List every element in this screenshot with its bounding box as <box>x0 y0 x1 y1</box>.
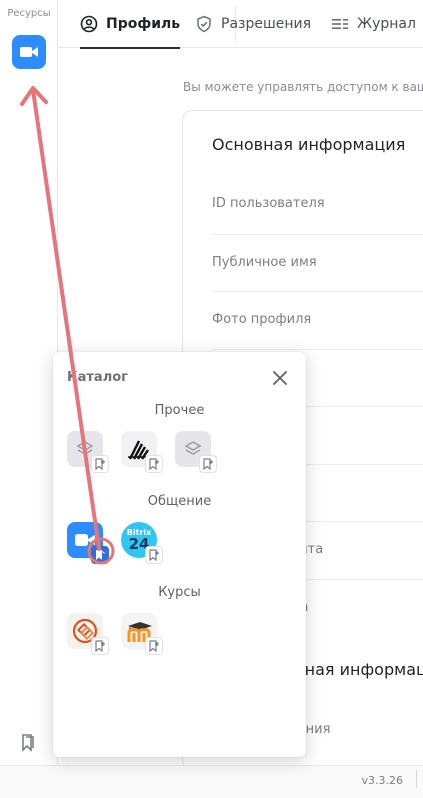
catalog-app-tile[interactable] <box>67 613 109 655</box>
footer-divider <box>416 770 417 788</box>
bookmark-add-icon[interactable] <box>145 455 163 473</box>
app-version: v3.3.26 <box>361 774 404 787</box>
catalog-app-tile[interactable] <box>121 613 163 655</box>
category-other-heading: Прочее <box>154 403 205 418</box>
category-communication-heading: Общение <box>147 494 212 509</box>
field-public-name-label: Публичное имя <box>212 255 317 270</box>
close-icon[interactable] <box>270 368 290 388</box>
rail-title: Ресурсы <box>7 8 51 19</box>
catalog-app-tile-bitrix[interactable]: Bitrix 24 <box>121 522 163 564</box>
status-bar <box>0 765 423 798</box>
tab-permissions[interactable]: Разрешения <box>195 0 311 48</box>
resources-rail: Ресурсы <box>0 0 58 765</box>
tab-profile[interactable]: Профиль <box>80 0 181 49</box>
user-circle-icon <box>80 15 98 33</box>
field-divider <box>212 349 423 350</box>
catalog-app-tile-zoom[interactable] <box>67 522 109 564</box>
video-camera-icon <box>20 47 38 57</box>
catalog-app-tile[interactable] <box>175 431 217 473</box>
tab-permissions-label: Разрешения <box>221 16 312 32</box>
category-courses-heading: Курсы <box>158 585 201 600</box>
tab-profile-label: Профиль <box>106 16 181 32</box>
field-divider <box>212 234 423 235</box>
tab-journal-label: Журнал <box>357 16 416 32</box>
tab-journal[interactable]: Журнал <box>331 0 416 48</box>
bookmark-add-icon[interactable] <box>91 455 109 473</box>
bookmark-add-icon[interactable] <box>145 546 163 564</box>
tab-bar: Профиль Разрешения Журнал <box>58 0 423 49</box>
list-icon <box>332 19 348 29</box>
field-photo-label: Фото профиля <box>212 312 312 327</box>
rail-zoom-app[interactable] <box>12 35 46 69</box>
catalog-app-tile[interactable] <box>121 431 163 473</box>
bookmark-add-icon[interactable] <box>145 637 163 655</box>
profile-intro-text: Вы можете управлять доступом к ваш <box>183 80 423 94</box>
catalog-title: Каталог <box>67 370 128 385</box>
bookmark-add-icon[interactable] <box>199 455 217 473</box>
field-divider <box>212 291 423 292</box>
catalog-app-tile[interactable] <box>67 431 109 473</box>
section-title-main: Основная информация <box>212 135 406 154</box>
bookmark-icon[interactable] <box>20 734 36 752</box>
field-user-id-label: ID пользователя <box>212 196 325 211</box>
shield-check-icon <box>197 15 211 33</box>
bookmark-add-icon[interactable] <box>91 637 109 655</box>
bookmark-added-icon[interactable] <box>91 546 109 564</box>
